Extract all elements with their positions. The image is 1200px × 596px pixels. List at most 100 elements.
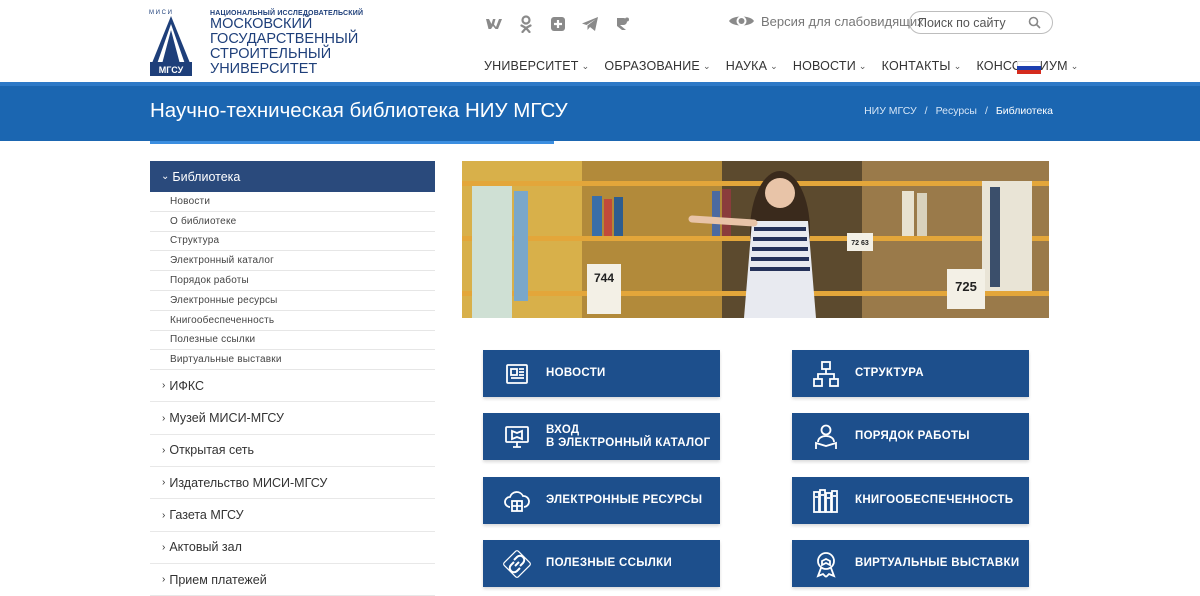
sidebar-item-newspaper[interactable]: › Газета МГСУ [150, 499, 435, 532]
books-icon [809, 484, 843, 518]
banner-accent-bar [150, 141, 554, 144]
odnoklassniki-icon[interactable] [516, 14, 536, 34]
banner-top-stripe [0, 82, 1200, 86]
sidebar-item-museum[interactable]: › Музей МИСИ-МГСУ [150, 402, 435, 435]
sidebar-item-open-network[interactable]: › Открытая сеть [150, 435, 435, 468]
search-icon[interactable] [1028, 16, 1041, 29]
sidebar-subitem[interactable]: Электронные ресурсы [150, 291, 435, 311]
sidebar-item-label: ИФКС [169, 378, 204, 393]
breadcrumb-link-resources[interactable]: Ресурсы [936, 105, 977, 117]
logo-line: МОСКОВСКИЙ [210, 16, 313, 32]
tile-label: ПОРЯДОК РАБОТЫ [855, 430, 970, 442]
sidebar-item-label: Актовый зал [169, 540, 242, 555]
tile-label: КНИГООБЕСПЕЧЕННОСТЬ [855, 494, 1014, 506]
shelf-label-7263: 72 63 [851, 240, 869, 247]
sidebar-item-library-active[interactable]: ⌄ Библиотека [150, 161, 435, 192]
link-icon [500, 547, 534, 581]
chevron-down-icon: ⌄ [581, 61, 590, 71]
nav-item-label: ОБРАЗОВАНИЕ [604, 59, 700, 73]
tile-e-resources-button[interactable]: ЭЛЕКТРОННЫЕ РЕСУРСЫ [483, 477, 720, 524]
chevron-down-icon: ⌄ [770, 61, 778, 71]
sidebar-item-publishing[interactable]: › Издательство МИСИ-МГСУ [150, 467, 435, 500]
sidebar-item-assembly-hall[interactable]: › Актовый зал [150, 532, 435, 564]
main-nav: УНИВЕРСИТЕТ ⌄ ОБРАЗОВАНИЕ ⌄ НАУКА ⌄ НОВОСТИ… [484, 59, 1078, 73]
newspaper-icon [500, 357, 534, 391]
tile-label: ВИРТУАЛЬНЫЕ ВЫСТАВКИ [855, 557, 1020, 569]
logo-line: УНИВЕРСИТЕТ [210, 61, 318, 77]
sidebar-item-payments[interactable]: › Прием платежей [150, 564, 435, 596]
nav-item-label: УНИВЕРСИТЕТ [484, 59, 579, 73]
chevron-right-icon: › [162, 477, 166, 489]
reader-icon [809, 420, 843, 454]
sidebar-subitem[interactable]: Новости [150, 192, 435, 212]
tile-book-supply-button[interactable]: КНИГООБЕСПЕЧЕННОСТЬ [792, 477, 1029, 524]
language-flag-ru-icon[interactable] [1017, 61, 1041, 74]
chevron-right-icon: › [162, 574, 166, 586]
social-links [484, 14, 632, 34]
sidebar-subitem[interactable]: Полезные ссылки [150, 331, 435, 351]
monitor-book-icon [500, 420, 534, 454]
page-title: Научно-техническая библиотека НИУ МГСУ [150, 99, 568, 122]
breadcrumb: НИУ МГСУ / Ресурсы / Библиотека [864, 105, 1053, 117]
chevron-right-icon: › [162, 444, 166, 456]
sidebar-item-label: Библиотека [172, 169, 241, 184]
breadcrumb-separator: / [984, 105, 988, 117]
breadcrumb-separator: / [924, 105, 928, 117]
chevron-down-icon: ⌄ [858, 61, 867, 71]
tile-virtual-exhibitions-button[interactable]: ВИРТУАЛЬНЫЕ ВЫСТАВКИ [792, 540, 1029, 587]
shelf-label-744: 744 [594, 271, 614, 285]
sidebar-item-label: Прием платежей [169, 572, 267, 587]
nav-item-education[interactable]: ОБРАЗОВАНИЕ ⌄ [604, 59, 710, 73]
sidebar-subitem[interactable]: Структура [150, 232, 435, 252]
hierarchy-icon [809, 357, 843, 391]
sidebar-subitem[interactable]: О библиотеке [150, 212, 435, 232]
nav-item-label: НОВОСТИ [792, 59, 856, 73]
sidebar-subitem[interactable]: Книгообеспеченность [150, 311, 435, 331]
sidebar-item-ifks[interactable]: › ИФКС [150, 370, 435, 403]
tile-label-line2: В ЭЛЕКТРОННЫЙ КАТАЛОГ [546, 436, 711, 449]
mgsu-logo-icon[interactable]: М И С И МГСУ [148, 6, 194, 78]
chevron-down-icon: ⌄ [161, 171, 170, 182]
breadcrumb-current: Библиотека [995, 105, 1053, 117]
low-vision-link[interactable]: Версия для слабовидящих [728, 13, 924, 29]
eye-icon [729, 16, 754, 26]
tile-useful-links-button[interactable]: ПОЛЕЗНЫЕ ССЫЛКИ [483, 540, 720, 587]
award-book-icon [809, 547, 843, 581]
sidebar: ⌄ Библиотека Новости О библиотеке Структ… [150, 161, 435, 596]
logo-line: СТРОИТЕЛЬНЫЙ [210, 46, 332, 62]
search-input[interactable] [918, 15, 1028, 30]
rutube-icon[interactable] [548, 14, 568, 34]
tile-news-button[interactable]: НОВОСТИ [483, 350, 720, 397]
sidebar-subitem[interactable]: Электронный каталог [150, 251, 435, 272]
chevron-right-icon: › [162, 380, 166, 392]
tile-structure-button[interactable]: СТРУКТУРА [792, 350, 1029, 397]
chevron-right-icon: › [162, 509, 166, 521]
logo-abbr-top: М И С И [149, 10, 172, 16]
nav-item-university[interactable]: УНИВЕРСИТЕТ ⌄ [484, 59, 589, 73]
vk-icon[interactable] [484, 14, 504, 34]
tile-catalog-button[interactable]: ВХОД В ЭЛЕКТРОННЫЙ КАТАЛОГ [483, 413, 720, 460]
site-header: М И С И МГСУ НАЦИОНАЛЬНЫЙ ИССЛЕДОВАТЕЛЬС… [0, 0, 1200, 82]
tile-label: ПОЛЕЗНЫЕ ССЫЛКИ [546, 557, 673, 569]
tile-label: ЭЛЕКТРОННЫЕ РЕСУРСЫ [546, 494, 703, 506]
dzen-icon[interactable] [612, 14, 632, 34]
telegram-icon[interactable] [580, 14, 600, 34]
library-photo: 744 725 72 63 [462, 161, 1049, 318]
chevron-down-icon: ⌄ [1070, 61, 1079, 71]
nav-item-contacts[interactable]: КОНТАКТЫ ⌄ [882, 59, 962, 73]
tile-work-order-button[interactable]: ПОРЯДОК РАБОТЫ [792, 413, 1029, 460]
chevron-down-icon: ⌄ [953, 61, 962, 71]
sidebar-subitem[interactable]: Виртуальные выставки [150, 350, 435, 371]
nav-item-news[interactable]: НОВОСТИ ⌄ [793, 59, 867, 73]
logo-line: ГОСУДАРСТВЕННЫЙ [210, 31, 359, 47]
tile-label: ВХОД [546, 423, 580, 436]
cloud-icon [500, 484, 534, 518]
tile-label: СТРУКТУРА [855, 367, 924, 379]
shelf-label-725: 725 [955, 279, 977, 294]
nav-item-science[interactable]: НАУКА ⌄ [726, 59, 778, 73]
sidebar-subitem[interactable]: Порядок работы [150, 271, 435, 291]
chevron-down-icon: ⌄ [702, 61, 711, 71]
university-name[interactable]: НАЦИОНАЛЬНЫЙ ИССЛЕДОВАТЕЛЬСКИЙ МОСКОВСКИ… [210, 10, 363, 77]
nav-item-label: КОНТАКТЫ [881, 59, 951, 73]
breadcrumb-link-home[interactable]: НИУ МГСУ [864, 105, 917, 117]
